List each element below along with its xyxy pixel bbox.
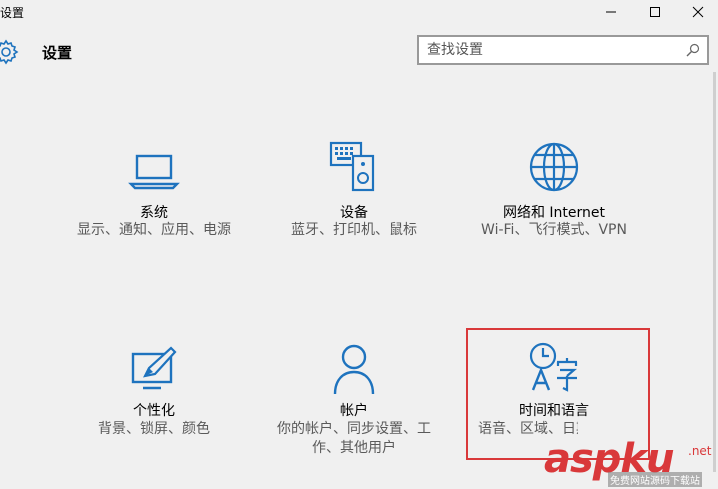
minimize-icon <box>606 11 616 13</box>
search-box[interactable] <box>417 35 709 65</box>
tile-system-desc: 显示、通知、应用、电源 <box>77 222 231 238</box>
search-icon[interactable] <box>685 42 701 58</box>
page-title: 设置 <box>42 44 73 62</box>
tile-devices-name: 设备 <box>340 205 368 221</box>
minimize-button[interactable] <box>589 0 633 24</box>
maximize-icon <box>650 7 660 17</box>
person-icon <box>333 344 375 395</box>
watermark-subtitle: 免费网站源码下载站 <box>608 472 702 487</box>
tile-devices-desc: 蓝牙、打印机、鼠标 <box>291 222 417 238</box>
tile-accounts[interactable]: 帐户 你的帐户、同步设置、工作、其他用户 <box>254 340 454 460</box>
laptop-icon <box>128 154 180 190</box>
close-button[interactable] <box>676 0 718 24</box>
tile-network-desc: Wi-Fi、飞行模式、VPN <box>481 222 627 238</box>
tile-system-name: 系统 <box>140 205 168 221</box>
title-bar: 设置 <box>0 0 718 26</box>
tile-system[interactable]: 系统 显示、通知、应用、电源 <box>54 140 254 270</box>
scrollbar[interactable] <box>713 72 716 472</box>
devices-icon <box>329 141 375 192</box>
window-title: 设置 <box>0 6 25 20</box>
globe-icon <box>529 142 579 192</box>
tile-network-name: 网络和 Internet <box>502 205 606 221</box>
tile-accounts-name: 帐户 <box>340 403 368 419</box>
watermark: aspku .net 免费网站源码下载站 <box>520 436 718 489</box>
tile-personalization-desc: 背景、锁屏、颜色 <box>98 421 210 437</box>
search-input[interactable] <box>427 41 677 59</box>
maximize-button[interactable] <box>633 0 677 24</box>
personalization-icon <box>131 346 177 390</box>
tile-network[interactable]: 网络和 Internet Wi-Fi、飞行模式、VPN <box>454 140 654 270</box>
tile-accounts-desc: 你的帐户、同步设置、工作、其他用户 <box>277 421 431 456</box>
tile-personalization-name: 个性化 <box>133 403 175 419</box>
watermark-tld: .net <box>688 444 712 458</box>
tile-devices[interactable]: 设备 蓝牙、打印机、鼠标 <box>254 140 454 270</box>
tile-personalization[interactable]: 个性化 背景、锁屏、颜色 <box>54 340 254 460</box>
gear-icon <box>0 39 19 65</box>
close-icon <box>692 6 704 18</box>
